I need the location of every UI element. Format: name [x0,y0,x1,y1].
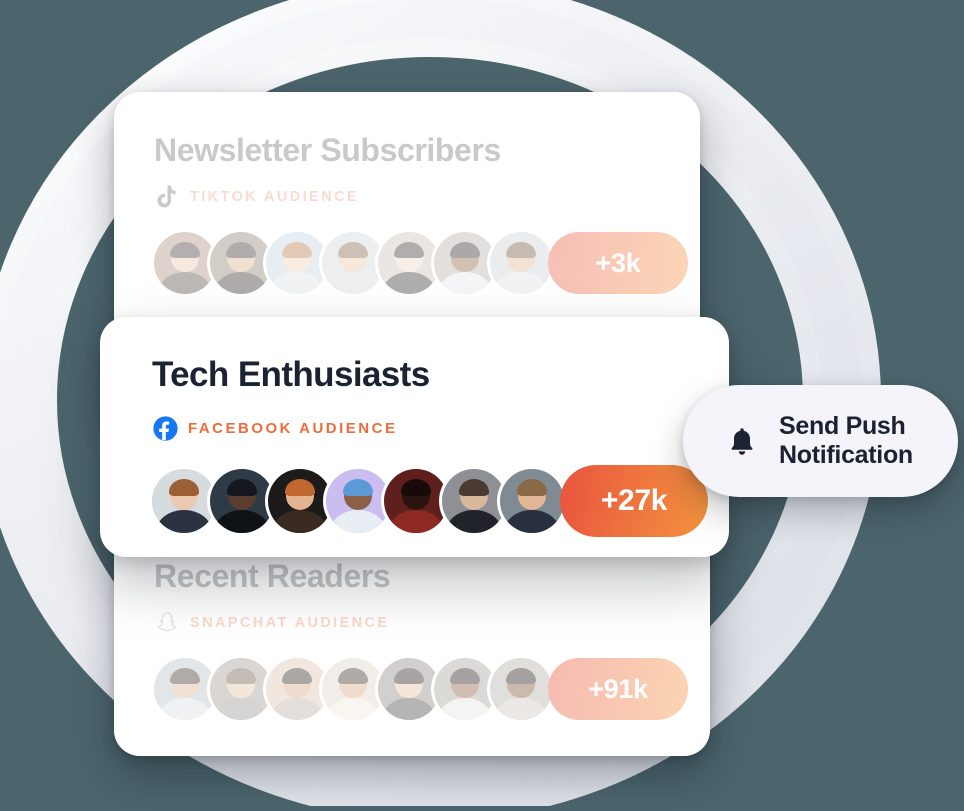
push-button-label: Send Push Notification [779,412,913,471]
avatar[interactable] [210,469,274,533]
card-source-row: FACEBOOK AUDIENCE [152,415,729,441]
tiktok-icon [154,184,180,210]
card-title: Tech Enthusiasts [152,355,430,394]
avatar[interactable] [322,658,384,720]
audience-count-badge[interactable]: +91k [548,658,688,720]
facebook-icon [152,415,178,441]
avatar[interactable] [266,658,328,720]
avatar[interactable] [442,469,506,533]
avatar-row: +3k [154,232,700,294]
push-button-label-line1: Send Push [779,411,906,440]
avatar[interactable] [154,658,216,720]
avatar-row: +91k [154,658,710,720]
avatar[interactable] [326,469,390,533]
snapchat-icon [154,610,180,636]
avatar[interactable] [268,469,332,533]
card-source-row: TIKTOK AUDIENCE [154,184,700,210]
avatar[interactable] [490,232,552,294]
avatar[interactable] [490,658,552,720]
avatar[interactable] [154,232,216,294]
avatar[interactable] [500,469,564,533]
audience-count-badge[interactable]: +27k [560,465,708,537]
bell-icon [725,424,759,458]
card-source-label: FACEBOOK AUDIENCE [188,419,398,437]
composition-stage: Newsletter Subscribers TIKTOK AUDIENCE +… [0,0,964,811]
avatar[interactable] [384,469,448,533]
avatar[interactable] [434,232,496,294]
card-title: Recent Readers [154,558,391,594]
avatar[interactable] [322,232,384,294]
card-title: Newsletter Subscribers [154,132,501,168]
card-tech-enthusiasts[interactable]: Tech Enthusiasts FACEBOOK AUDIENCE +27k [100,317,729,557]
avatar[interactable] [210,232,272,294]
avatar[interactable] [434,658,496,720]
card-source-row: SNAPCHAT AUDIENCE [154,610,710,636]
avatar[interactable] [210,658,272,720]
card-source-label: SNAPCHAT AUDIENCE [190,615,390,631]
audience-count-badge[interactable]: +3k [548,232,688,294]
send-push-notification-button[interactable]: Send Push Notification [683,385,958,497]
avatar[interactable] [378,658,440,720]
avatar[interactable] [378,232,440,294]
push-button-label-line2: Notification [779,441,913,469]
avatar-row: +27k [152,465,729,537]
avatar[interactable] [152,469,216,533]
avatar[interactable] [266,232,328,294]
card-source-label: TIKTOK AUDIENCE [190,189,359,205]
